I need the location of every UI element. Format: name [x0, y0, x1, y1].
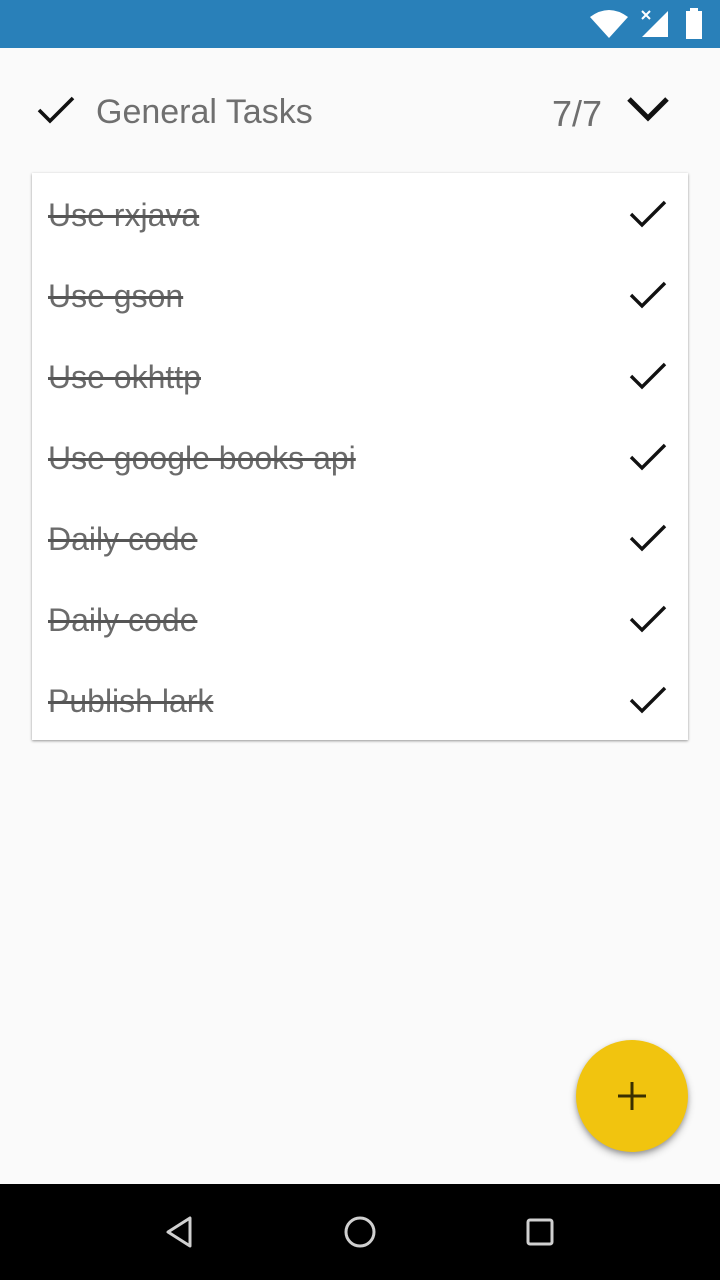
check-icon[interactable] [628, 683, 668, 722]
chevron-down-icon[interactable] [626, 94, 670, 129]
task-item[interactable]: Daily code [32, 497, 688, 578]
recents-icon[interactable] [520, 1212, 560, 1252]
task-group-title: General Tasks [96, 93, 313, 131]
task-item[interactable]: Use okhttp [32, 335, 688, 416]
check-icon[interactable] [36, 93, 76, 132]
status-bar [0, 0, 720, 48]
task-item[interactable]: Publish lark [32, 659, 688, 740]
task-label: Publish lark [48, 683, 214, 719]
navigation-bar [0, 1184, 720, 1280]
task-label: Use gson [48, 278, 184, 314]
task-item[interactable]: Use rxjava [32, 173, 688, 254]
check-icon[interactable] [628, 521, 668, 560]
task-item[interactable]: Use google books api [32, 416, 688, 497]
task-group-header[interactable]: General Tasks 7/7 [0, 48, 720, 172]
check-icon[interactable] [628, 197, 668, 236]
check-icon[interactable] [628, 440, 668, 479]
check-icon[interactable] [628, 602, 668, 641]
task-list: Use rxjava Use gson Use okhttp Use googl… [32, 173, 688, 740]
task-label: Use okhttp [48, 359, 201, 395]
plus-icon [616, 1080, 648, 1117]
back-icon[interactable] [160, 1212, 200, 1252]
task-label: Use google books api [48, 440, 356, 476]
home-icon[interactable] [340, 1212, 380, 1252]
task-label: Daily code [48, 602, 198, 638]
check-icon[interactable] [628, 278, 668, 317]
task-label: Daily code [48, 521, 198, 557]
task-item[interactable]: Daily code [32, 578, 688, 659]
task-item[interactable]: Use gson [32, 254, 688, 335]
task-count: 7/7 [552, 93, 603, 134]
task-label: Use rxjava [48, 197, 200, 233]
check-icon[interactable] [628, 359, 668, 398]
add-task-button[interactable] [576, 1040, 688, 1152]
